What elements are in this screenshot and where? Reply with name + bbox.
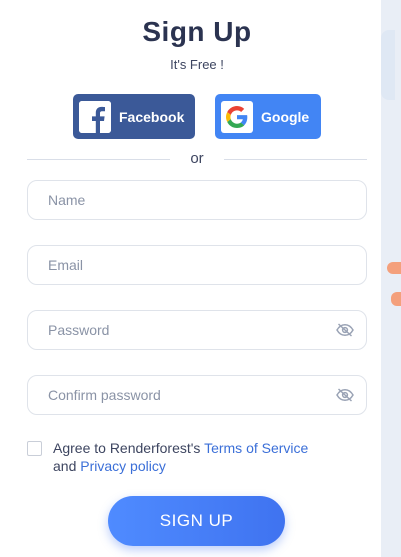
divider-line <box>224 159 367 160</box>
facebook-button-label: Facebook <box>119 108 185 125</box>
eye-off-icon[interactable] <box>336 388 354 402</box>
background-illustration-strip <box>381 0 401 557</box>
signup-card: Sign Up It's Free ! Facebook Google or N… <box>0 0 381 557</box>
or-divider: or <box>27 150 367 168</box>
email-input[interactable] <box>28 246 366 284</box>
confirm-password-input[interactable] <box>28 376 366 414</box>
password-input[interactable] <box>28 311 366 349</box>
illustration-hand <box>387 262 401 274</box>
agreement-text: Agree to Renderforest's Terms of Service… <box>53 439 373 475</box>
page-subtitle: It's Free ! <box>170 57 224 72</box>
page-title: Sign Up <box>142 16 252 47</box>
terms-of-service-link[interactable]: Terms of Service <box>204 440 308 456</box>
sign-up-button[interactable]: SIGN UP <box>108 496 285 546</box>
password-field-wrapper <box>27 310 367 350</box>
facebook-signup-button[interactable]: Facebook <box>73 94 195 139</box>
privacy-policy-link[interactable]: Privacy policy <box>80 458 166 474</box>
illustration-hand <box>391 292 401 306</box>
agree-checkbox[interactable] <box>27 441 42 456</box>
facebook-icon <box>79 100 111 133</box>
google-button-label: Google <box>261 108 310 125</box>
agreement-and: and <box>53 458 77 474</box>
email-field-wrapper <box>27 245 367 285</box>
eye-off-icon[interactable] <box>336 323 354 337</box>
google-signup-button[interactable]: Google <box>215 94 321 139</box>
google-icon <box>221 100 253 133</box>
name-input[interactable] <box>28 181 366 219</box>
agreement-prefix: Agree to Renderforest's <box>53 440 201 456</box>
name-field-wrapper <box>27 180 367 220</box>
confirm-password-field-wrapper <box>27 375 367 415</box>
